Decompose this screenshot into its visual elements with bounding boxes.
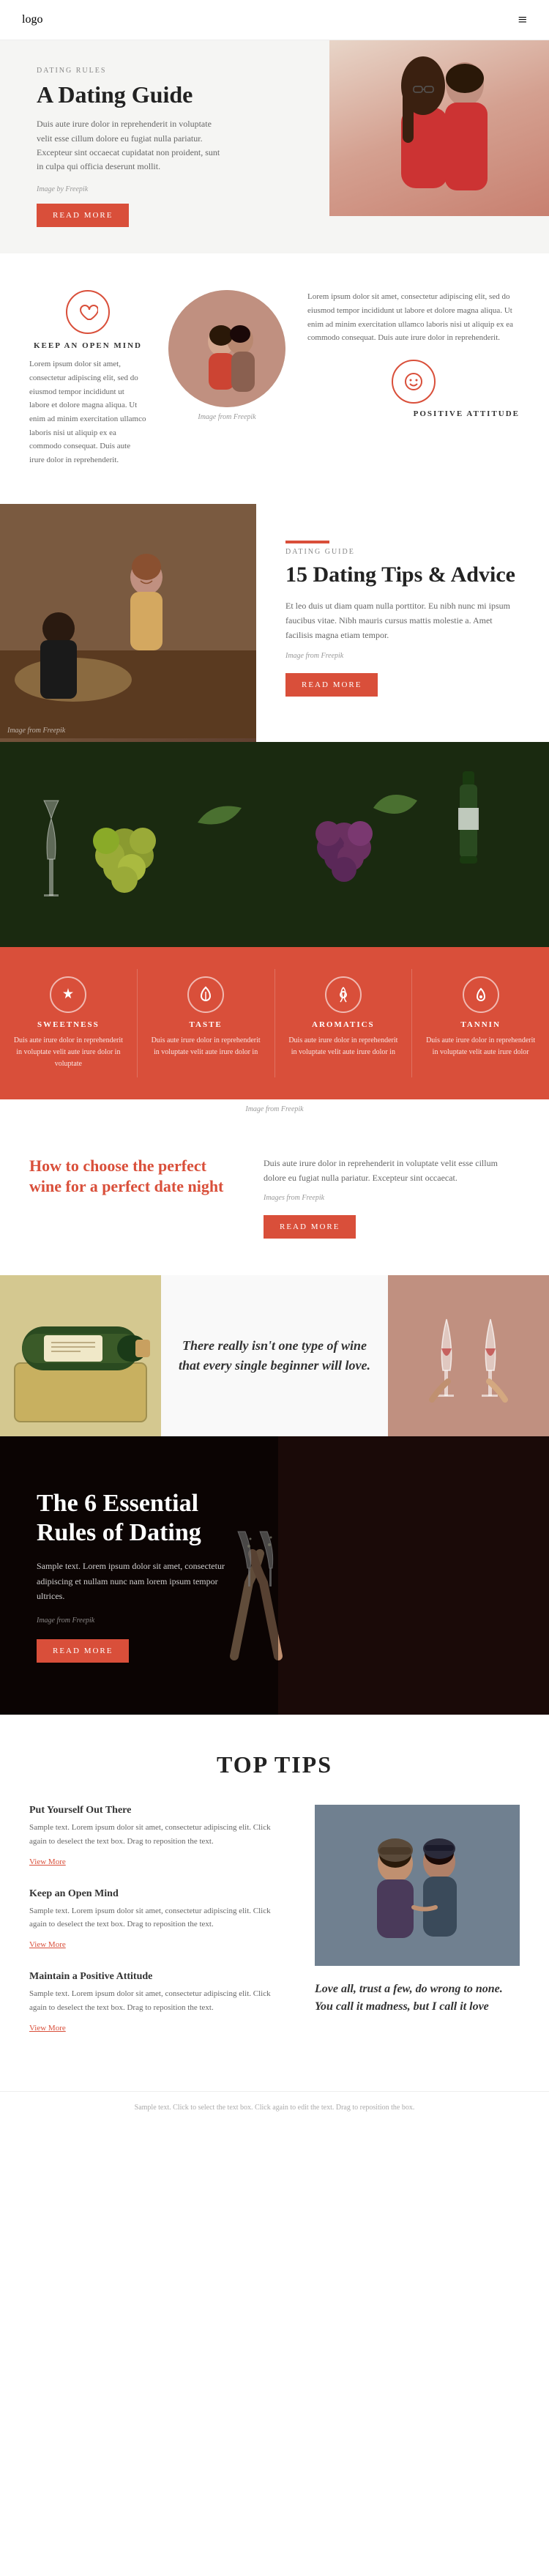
red-bar-decoration [285,541,329,543]
hero-section: DATING RULES A Dating Guide Duis aute ir… [0,40,549,253]
open-mind-left: KEEP AN OPEN MIND Lorem ipsum dolor sit … [29,290,146,467]
essential-title: The 6 Essential Rules of Dating [37,1489,242,1549]
tannin-text: Duis aute irure dolor in reprehenderit i… [423,1035,538,1058]
bottom-bar: Sample text. Click to select the text bo… [0,2091,549,2123]
tips-layout: Put Yourself Out There Sample text. Lore… [29,1805,520,2054]
tip-3-view-more[interactable]: View More [29,2024,66,2033]
tip-item-1: Put Yourself Out There Sample text. Lore… [29,1805,285,1867]
tip-2-view-more[interactable]: View More [29,1940,66,1949]
essential-image-credit: Image from Freepik [37,1617,242,1625]
wine-banner [0,742,549,947]
tips-list: Put Yourself Out There Sample text. Lore… [29,1805,285,2054]
open-mind-center: Image from Freepik [161,290,293,421]
taste-text: Duis aute irure dolor in reprehenderit i… [149,1035,264,1058]
wine-choice-credits: Images from Freepik [264,1194,520,1202]
wine-quote-text: There really isn't one type of wine that… [176,1336,373,1376]
wine-bottle-image [0,1275,161,1436]
center-image-credit: Image from Freepik [161,413,293,421]
essential-read-more-button[interactable]: READ MORE [37,1639,129,1663]
heart-icon [66,290,110,334]
bottom-bar-text: Sample text. Click to select the text bo… [135,2104,415,2112]
tip-2-text: Sample text. Lorem ipsum dolor sit amet,… [29,1904,285,1931]
taste-attr: TASTE Duis aute irure dolor in reprehend… [138,969,275,1077]
hero-description: Duis aute irure dolor in reprehenderit i… [37,117,227,174]
taste-label: TASTE [149,1020,264,1029]
dating-tips-title: 15 Dating Tips & Advice [285,562,520,588]
nav-menu-icon[interactable]: ≡ [518,10,527,29]
hero-image-credit: Image by Freepik [37,185,307,193]
dating-tips-text: Et leo duis ut diam quam nulla porttitor… [285,598,520,643]
essential-text: Sample text. Lorem ipsum dolor sit amet,… [37,1559,242,1603]
tip-1-view-more[interactable]: View More [29,1857,66,1866]
aromatics-attr: AROMATICS Duis aute irure dolor in repre… [275,969,413,1077]
tip-item-2: Keep an Open Mind Sample text. Lorem ips… [29,1888,285,1950]
wine-quote-block: There really isn't one type of wine that… [161,1275,388,1436]
couple-svg [337,48,542,216]
hero-tag: DATING RULES [37,67,307,75]
tannin-label: TANNIN [423,1020,538,1029]
sweetness-attr: SWEETNESS Duis aute irure dolor in repre… [0,969,138,1077]
tips-right: Love all, trust a few, do wrong to none.… [315,1805,520,2054]
couple-kiss-image [168,290,285,407]
wine-banner-svg [0,742,549,947]
hero-couple-image [329,40,549,216]
open-mind-right-text: Lorem ipsum dolor sit amet, consectetur … [307,290,520,345]
open-mind-right: Lorem ipsum dolor sit amet, consectetur … [307,290,520,418]
wine-photos-row: There really isn't one type of wine that… [0,1275,549,1436]
top-tips-header: TOP TIPS [29,1751,520,1778]
smile-icon [392,360,436,404]
essential-rules-section: The 6 Essential Rules of Dating Sample t… [0,1436,549,1715]
essential-content: The 6 Essential Rules of Dating Sample t… [0,1445,278,1707]
aromatics-icon [325,976,362,1013]
wine-image-credit: Image from Freepik [0,1099,549,1119]
dating-tips-content: DATING GUIDE 15 Dating Tips & Advice Et … [256,504,549,742]
sweetness-text: Duis aute irure dolor in reprehenderit i… [11,1035,126,1070]
sweetness-label: SWEETNESS [11,1020,126,1029]
open-mind-label: KEEP AN OPEN MIND [29,341,146,350]
tip-1-text: Sample text. Lorem ipsum dolor sit amet,… [29,1821,285,1848]
tip-1-title: Put Yourself Out There [29,1805,285,1816]
wine-choice-read-more-button[interactable]: READ MORE [264,1215,356,1239]
open-mind-text: Lorem ipsum dolor sit amet, consectetur … [29,357,146,467]
tip-item-3: Maintain a Positive Attitude Sample text… [29,1971,285,2033]
dating-tips-read-more-button[interactable]: READ MORE [285,673,378,697]
dating-tips-image-credit: Image from Freepik [7,727,65,735]
hero-read-more-button[interactable]: READ MORE [37,204,129,227]
hero-title: A Dating Guide [37,81,307,108]
navbar: logo ≡ [0,0,549,40]
tannin-attr: TANNIN Duis aute irure dolor in reprehen… [412,969,549,1077]
wine-choice-text: Duis aute irure dolor in reprehenderit i… [264,1156,520,1186]
wine-glass-image [388,1275,549,1436]
top-tips-heading: TOP TIPS [29,1751,520,1778]
tip-3-text: Sample text. Lorem ipsum dolor sit amet,… [29,1987,285,2014]
sweetness-icon [50,976,86,1013]
open-mind-section: KEEP AN OPEN MIND Lorem ipsum dolor sit … [0,253,549,504]
wine-choice-section: How to choose the perfect wine for a per… [0,1119,549,1276]
tip-3-title: Maintain a Positive Attitude [29,1971,285,1983]
hero-text-block: DATING RULES A Dating Guide Duis aute ir… [0,40,329,253]
nav-logo: logo [22,13,42,26]
dating-tips-image-credit-text: Image from Freepik [285,652,520,660]
aromatics-label: AROMATICS [286,1020,401,1029]
wine-choice-left: How to choose the perfect wine for a per… [29,1156,234,1198]
wine-choice-right: Duis aute irure dolor in reprehenderit i… [264,1156,520,1239]
dating-tips-tag: DATING GUIDE [285,548,520,556]
dating-tips-section: Image from Freepik DATING GUIDE 15 Datin… [0,504,549,742]
tip-2-title: Keep an Open Mind [29,1888,285,1900]
tips-couple-image [315,1805,520,1966]
taste-icon [187,976,224,1013]
restaurant-image: Image from Freepik [0,504,256,742]
top-tips-section: TOP TIPS Put Yourself Out There Sample t… [0,1715,549,2090]
tips-right-quote: Love all, trust a few, do wrong to none.… [315,1966,520,2016]
aromatics-text: Duis aute irure dolor in reprehenderit i… [286,1035,401,1058]
wine-choice-title: How to choose the perfect wine for a per… [29,1156,234,1198]
wine-attributes-bar: SWEETNESS Duis aute irure dolor in repre… [0,947,549,1099]
tannin-icon [463,976,499,1013]
positive-attitude-label: POSITIVE ATTITUDE [414,409,520,418]
hero-image [329,40,549,253]
